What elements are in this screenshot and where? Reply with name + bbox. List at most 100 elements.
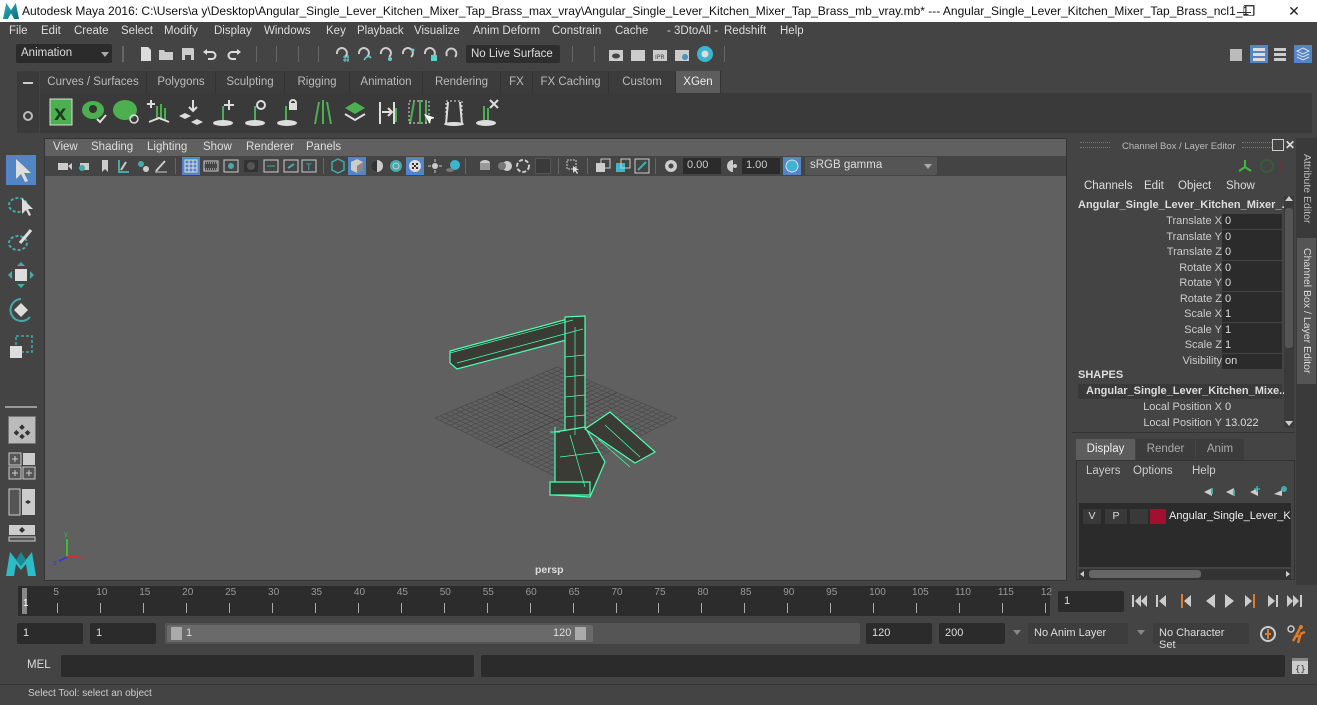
cb-menu-edit[interactable]: Edit — [1144, 180, 1164, 192]
motion-blur-icon[interactable] — [497, 158, 513, 174]
channel-label[interactable]: Rotate Z — [1180, 293, 1222, 305]
film-gate-icon[interactable] — [203, 158, 219, 174]
snap-live-icon[interactable] — [422, 46, 438, 62]
render-current-frame-icon[interactable] — [630, 46, 646, 62]
anim-layer-chevron-icon[interactable] — [1013, 630, 1021, 635]
shape-channel-row[interactable]: Local Position X0 — [1072, 400, 1285, 415]
snap-point-icon[interactable] — [378, 46, 394, 62]
anim-layer-dropdown[interactable]: No Anim Layer — [1028, 623, 1128, 644]
playback-end-field[interactable]: 120 — [866, 623, 932, 644]
tab-fx[interactable]: FX — [501, 71, 533, 93]
tab-curves-surfaces[interactable]: Curves / Surfaces — [40, 71, 147, 93]
channel-box-toggle-icon[interactable] — [1294, 45, 1312, 63]
go-to-end-button[interactable] — [1287, 595, 1302, 607]
time-slider[interactable]: 1 5 10 15 20 25 30 35 40 45 50 55 60 65 70 75 80 85 90 95 1… — [18, 586, 1052, 616]
layer-tab-render[interactable]: Render — [1136, 439, 1195, 460]
script-language-toggle[interactable]: MEL — [27, 659, 51, 671]
live-surface-field[interactable]: No Live Surface — [466, 45, 560, 63]
attribute-editor-toggle-icon[interactable] — [1250, 45, 1268, 63]
depth-of-field-button[interactable] — [535, 158, 551, 174]
grease-pencil-icon[interactable] — [153, 158, 169, 174]
menu-display[interactable]: Display — [214, 25, 252, 37]
smooth-shade-button[interactable] — [348, 157, 366, 175]
menu-key[interactable]: Key — [326, 25, 346, 37]
menu-help[interactable]: Help — [780, 25, 804, 37]
cb-menu-object[interactable]: Object — [1178, 180, 1211, 192]
step-forward-frame-button[interactable] — [1268, 595, 1278, 607]
multisample-aa-icon[interactable] — [515, 158, 531, 174]
undo-icon[interactable] — [202, 46, 218, 62]
persp-graph-layout-button[interactable] — [8, 524, 36, 542]
range-slider-track[interactable] — [167, 625, 593, 642]
scrollbar-thumb[interactable] — [1089, 570, 1201, 578]
maximize-button[interactable]: ❐ — [1226, 0, 1272, 22]
xgen-guide-normalize-icon[interactable] — [406, 98, 434, 126]
range-bar-handle[interactable] — [0, 622, 16, 646]
scroll-right-arrow-icon[interactable] — [1286, 571, 1290, 577]
screen-space-ao-icon[interactable] — [477, 158, 493, 174]
menu-redshift[interactable]: Redshift — [724, 25, 766, 37]
gamma-icon[interactable] — [725, 158, 741, 174]
menu-visualize[interactable]: Visualize — [414, 25, 460, 37]
layer-tab-display[interactable]: Display — [1076, 439, 1135, 460]
textured-button[interactable] — [406, 157, 424, 175]
gamma-field[interactable]: 1.00 — [742, 158, 780, 174]
panel-menu-view[interactable]: View — [53, 141, 78, 153]
character-set-dropdown[interactable]: No Character Set — [1153, 623, 1249, 651]
channel-value-field[interactable]: 1 — [1222, 338, 1282, 353]
drag-handle[interactable] — [1080, 142, 1110, 148]
resolution-gate-icon[interactable] — [223, 158, 239, 174]
open-scene-icon[interactable] — [158, 46, 174, 62]
animation-end-field[interactable]: 200 — [939, 623, 1005, 644]
layer-display-type-toggle[interactable] — [1130, 509, 1148, 524]
menu-playback[interactable]: Playback — [357, 25, 404, 37]
panel-menu-shading[interactable]: Shading — [91, 141, 133, 153]
channel-row[interactable]: Translate Y0 — [1072, 229, 1285, 245]
tab-xgen[interactable]: XGen — [676, 71, 721, 93]
menu-constrain[interactable]: Constrain — [552, 25, 601, 37]
snap-grid-icon[interactable] — [334, 46, 350, 62]
layer-playback-toggle[interactable]: P — [1105, 509, 1127, 524]
bookmark-icon[interactable] — [97, 158, 113, 174]
channel-label[interactable]: Scale X — [1184, 308, 1222, 320]
image-plane-icon[interactable] — [115, 158, 131, 174]
channel-label[interactable]: Visibility — [1182, 355, 1222, 367]
range-end-handle[interactable] — [575, 627, 586, 640]
menu-edit[interactable]: Edit — [41, 25, 61, 37]
step-back-key-button[interactable] — [1181, 594, 1191, 608]
menu-modify[interactable]: Modify — [164, 25, 198, 37]
timeline-handle[interactable] — [0, 586, 16, 616]
channel-value-field[interactable]: 1 — [1222, 322, 1282, 338]
select-tool-button[interactable] — [6, 155, 36, 185]
channel-row[interactable]: Translate Z0 — [1072, 245, 1285, 260]
channel-value-field[interactable]: 0 — [1222, 260, 1282, 276]
selected-object-name[interactable]: Angular_Single_Lever_Kitchen_Mixer_... — [1078, 199, 1291, 211]
xgen-guide-strands-icon[interactable] — [309, 98, 337, 126]
isolate-select-icon[interactable] — [565, 158, 581, 174]
scale-tool-button[interactable] — [6, 332, 36, 362]
safe-action-icon[interactable] — [283, 158, 299, 174]
wireframe-on-shaded-icon[interactable] — [388, 158, 404, 174]
channel-value-field[interactable]: 0 — [1222, 276, 1282, 291]
play-forwards-button[interactable] — [1225, 594, 1234, 608]
channel-label[interactable]: Rotate X — [1179, 262, 1222, 274]
xgen-guide-visibility-icon[interactable] — [243, 98, 271, 126]
default-material-icon[interactable] — [369, 158, 385, 174]
tab-polygons[interactable]: Polygons — [147, 71, 216, 93]
tab-sculpting[interactable]: Sculpting — [216, 71, 285, 93]
layer-horizontal-scrollbar[interactable] — [1079, 569, 1291, 579]
wireframe-shading-icon[interactable] — [330, 158, 346, 174]
outliner-persp-layout-button[interactable] — [8, 488, 36, 516]
shape-channel-row[interactable]: Local Position Y 13.022 — [1072, 416, 1285, 431]
channel-row[interactable]: Visibility on — [1072, 353, 1285, 369]
channel-box-mode-icons[interactable] — [1237, 158, 1289, 174]
range-slider[interactable]: 1 120 — [165, 623, 860, 644]
use-all-lights-icon[interactable] — [427, 158, 443, 174]
viewport-persp[interactable]: View Shading Lighting Show Renderer Pane… — [44, 138, 1067, 581]
camera-attributes-icon[interactable] — [77, 158, 93, 174]
grid-toggle-button[interactable] — [182, 157, 200, 175]
menu-anim-deform[interactable]: Anim Deform — [473, 25, 540, 37]
select-camera-icon[interactable] — [57, 158, 73, 174]
gate-mask-icon[interactable] — [243, 158, 259, 174]
menu-select[interactable]: Select — [121, 25, 153, 37]
